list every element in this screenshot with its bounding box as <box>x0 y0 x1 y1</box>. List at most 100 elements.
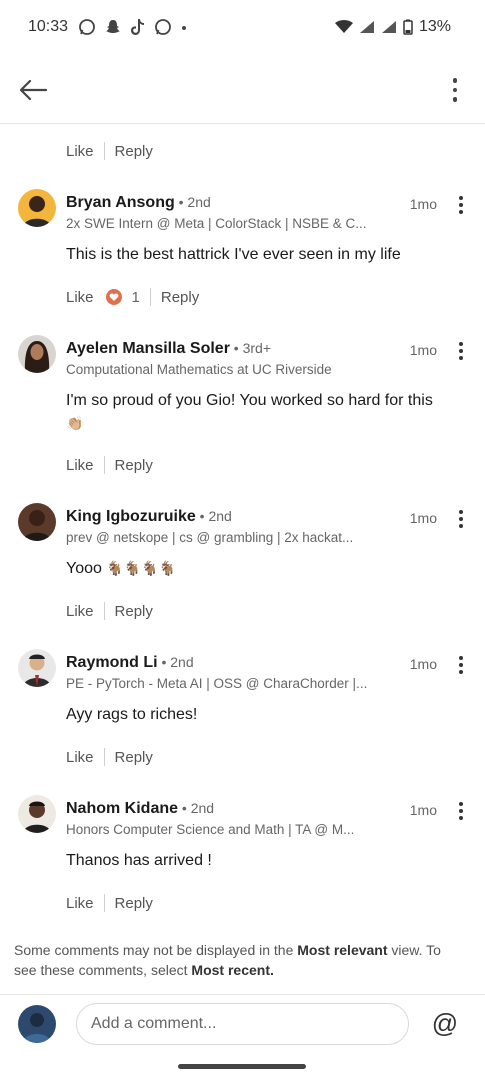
like-button[interactable]: Like <box>66 749 94 766</box>
back-button[interactable] <box>16 74 50 106</box>
heart-reaction-icon[interactable] <box>105 289 122 305</box>
reply-button[interactable]: Reply <box>115 749 153 766</box>
home-indicator[interactable] <box>178 1064 306 1069</box>
divider <box>103 894 105 912</box>
reply-button[interactable]: Reply <box>115 143 153 160</box>
divider <box>103 748 105 766</box>
more-vertical-icon <box>459 656 463 660</box>
comment-actions: Like Reply <box>66 748 153 766</box>
comment-item: Bryan Ansong • 2nd 2x SWE Intern @ Meta … <box>0 186 485 326</box>
like-button[interactable]: Like <box>66 895 94 912</box>
comment-item: Ayelen Mansilla Soler • 3rd+ Computation… <box>0 332 485 492</box>
author-name[interactable]: Nahom Kidane • 2nd <box>66 800 214 818</box>
author-headline: prev @ netskope | cs @ grambling | 2x ha… <box>66 530 354 545</box>
like-button[interactable]: Like <box>66 289 94 306</box>
mention-button[interactable]: @ <box>431 1008 459 1038</box>
divider <box>103 456 105 474</box>
divider <box>103 602 105 620</box>
comment-text: This is the best hattrick I've ever seen… <box>66 246 401 263</box>
more-options-button[interactable] <box>447 72 463 108</box>
app-bar <box>0 56 485 124</box>
more-vertical-icon <box>459 802 463 806</box>
most-relevant-label: Most relevant <box>297 942 388 958</box>
like-button[interactable]: Like <box>66 457 94 474</box>
most-recent-label: Most recent. <box>191 962 274 978</box>
wifi-icon <box>334 20 353 33</box>
comment-input[interactable]: Add a comment... <box>76 1003 409 1045</box>
comment-text: Ayy rags to riches! <box>66 706 198 723</box>
more-vertical-icon <box>459 342 463 346</box>
status-time: 10:33 <box>28 18 69 35</box>
status-right: 13% <box>334 18 451 36</box>
comment-text: I'm so proud of you Gio! You worked so h… <box>66 392 433 431</box>
back-arrow-icon <box>19 79 47 101</box>
comment-actions: Like Reply <box>66 602 153 620</box>
comment-time: 1mo <box>409 656 437 672</box>
comment-actions: Like Reply <box>66 142 153 160</box>
avatar[interactable] <box>18 189 56 227</box>
author-headline: 2x SWE Intern @ Meta | ColorStack | NSBE… <box>66 216 367 231</box>
author-headline: PE - PyTorch - Meta AI | OSS @ CharaChor… <box>66 676 368 691</box>
comment-actions: Like 1 Reply <box>66 288 199 306</box>
like-button[interactable]: Like <box>66 603 94 620</box>
whatsapp-icon <box>79 19 95 35</box>
reply-button[interactable]: Reply <box>115 603 153 620</box>
status-bar: 10:33 13% <box>0 0 485 56</box>
reply-button[interactable]: Reply <box>115 895 153 912</box>
avatar[interactable] <box>18 795 56 833</box>
avatar[interactable] <box>18 503 56 541</box>
author-name[interactable]: Ayelen Mansilla Soler • 3rd+ <box>66 340 271 358</box>
whatsapp-icon <box>155 19 171 35</box>
author-name[interactable]: Bryan Ansong • 2nd <box>66 194 211 212</box>
comment-more-button[interactable] <box>455 340 467 362</box>
author-name[interactable]: Raymond Li • 2nd <box>66 654 194 672</box>
divider <box>103 142 105 160</box>
connection-degree: • 3rd+ <box>229 340 272 356</box>
dot-icon <box>182 26 186 30</box>
comment-time: 1mo <box>409 510 437 526</box>
comment-time: 1mo <box>409 342 437 358</box>
connection-degree: • 2nd <box>195 508 232 524</box>
more-vertical-icon <box>459 196 463 200</box>
comment-text: Thanos has arrived ! <box>66 852 212 869</box>
comment-text: Yooo 🐐🐐🐐🐐 <box>66 560 177 577</box>
comment-more-button[interactable] <box>455 508 467 530</box>
author-headline: Honors Computer Science and Math | TA @ … <box>66 822 355 837</box>
comment-more-button[interactable] <box>455 800 467 822</box>
comment-actions: Like Reply <box>66 894 153 912</box>
battery-percentage: 13% <box>418 18 451 35</box>
clap-emoji: 👏🏼 <box>66 415 84 431</box>
comment-item: King Igbozuruike • 2nd prev @ netskope |… <box>0 500 485 640</box>
reaction-count[interactable]: 1 <box>132 289 140 306</box>
comment-more-button[interactable] <box>455 194 467 216</box>
author-name[interactable]: King Igbozuruike • 2nd <box>66 508 232 526</box>
connection-degree: • 2nd <box>178 800 215 816</box>
comment-item: Nahom Kidane • 2nd Honors Computer Scien… <box>0 792 485 932</box>
divider <box>149 288 151 306</box>
reply-button[interactable]: Reply <box>115 457 153 474</box>
connection-degree: • 2nd <box>157 654 194 670</box>
author-headline: Computational Mathematics at UC Riversid… <box>66 362 332 377</box>
comment-time: 1mo <box>409 802 437 818</box>
more-vertical-icon <box>452 78 458 83</box>
my-avatar[interactable] <box>18 1005 56 1043</box>
notification-icons <box>78 18 188 36</box>
comment-actions: Like Reply <box>66 456 153 474</box>
tiktok-icon <box>131 19 144 35</box>
snapchat-icon <box>106 20 120 33</box>
avatar[interactable] <box>18 335 56 373</box>
signal-icon <box>381 21 396 33</box>
goat-emoji: 🐐🐐🐐🐐 <box>106 560 177 576</box>
signal-icon <box>359 21 374 33</box>
comments-list: Like Reply Bryan Ansong • 2nd 2x SWE Int… <box>0 124 485 994</box>
comment-time: 1mo <box>409 196 437 212</box>
more-vertical-icon <box>459 510 463 514</box>
like-button[interactable]: Like <box>66 143 94 160</box>
comment-more-button[interactable] <box>455 654 467 676</box>
comments-filter-notice: Some comments may not be displayed in th… <box>14 942 441 978</box>
avatar[interactable] <box>18 649 56 687</box>
battery-icon <box>403 19 413 35</box>
comment-item: Raymond Li • 2nd PE - PyTorch - Meta AI … <box>0 646 485 786</box>
connection-degree: • 2nd <box>174 194 211 210</box>
reply-button[interactable]: Reply <box>161 289 199 306</box>
